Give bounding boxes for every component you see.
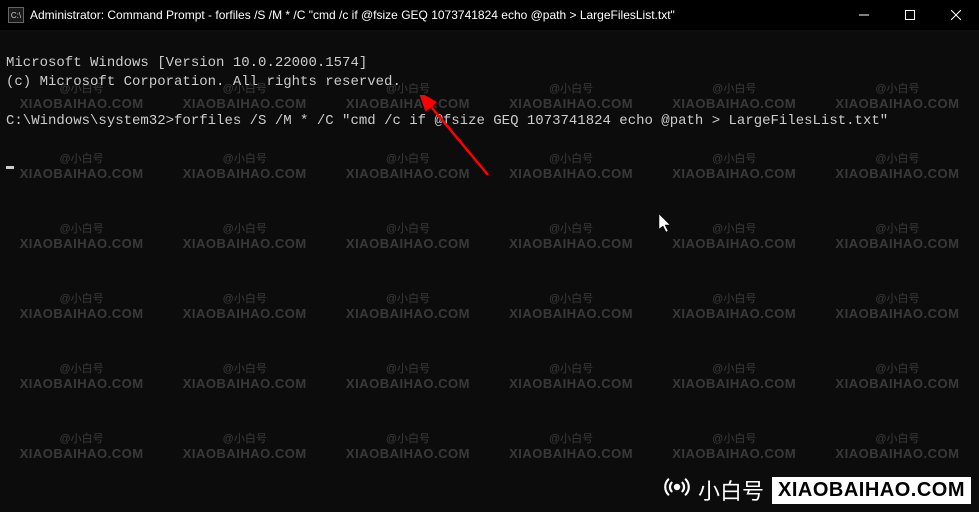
terminal-area[interactable]: Microsoft Windows [Version 10.0.22000.15… <box>0 30 979 512</box>
text-cursor <box>6 166 14 169</box>
cmd-icon: C:\ <box>8 7 24 23</box>
terminal-line: (c) Microsoft Corporation. All rights re… <box>6 74 401 90</box>
watermark-url: XIAOBAIHAO.COM <box>772 477 971 504</box>
close-button[interactable] <box>933 0 979 30</box>
window-controls <box>841 0 979 30</box>
watermark-logo: 小白号 XIAOBAIHAO.COM <box>664 474 971 506</box>
window-titlebar: C:\ Administrator: Command Prompt - forf… <box>0 0 979 30</box>
terminal-line: Microsoft Windows [Version 10.0.22000.15… <box>6 55 367 71</box>
window-title: Administrator: Command Prompt - forfiles… <box>30 8 675 22</box>
terminal-command: forfiles /S /M * /C "cmd /c if @fsize GE… <box>174 113 888 129</box>
terminal-prompt: C:\Windows\system32> <box>6 113 174 129</box>
titlebar-left: C:\ Administrator: Command Prompt - forf… <box>8 7 675 23</box>
broadcast-icon <box>664 474 690 506</box>
watermark-text: 小白号 <box>698 474 764 506</box>
maximize-button[interactable] <box>887 0 933 30</box>
minimize-button[interactable] <box>841 0 887 30</box>
